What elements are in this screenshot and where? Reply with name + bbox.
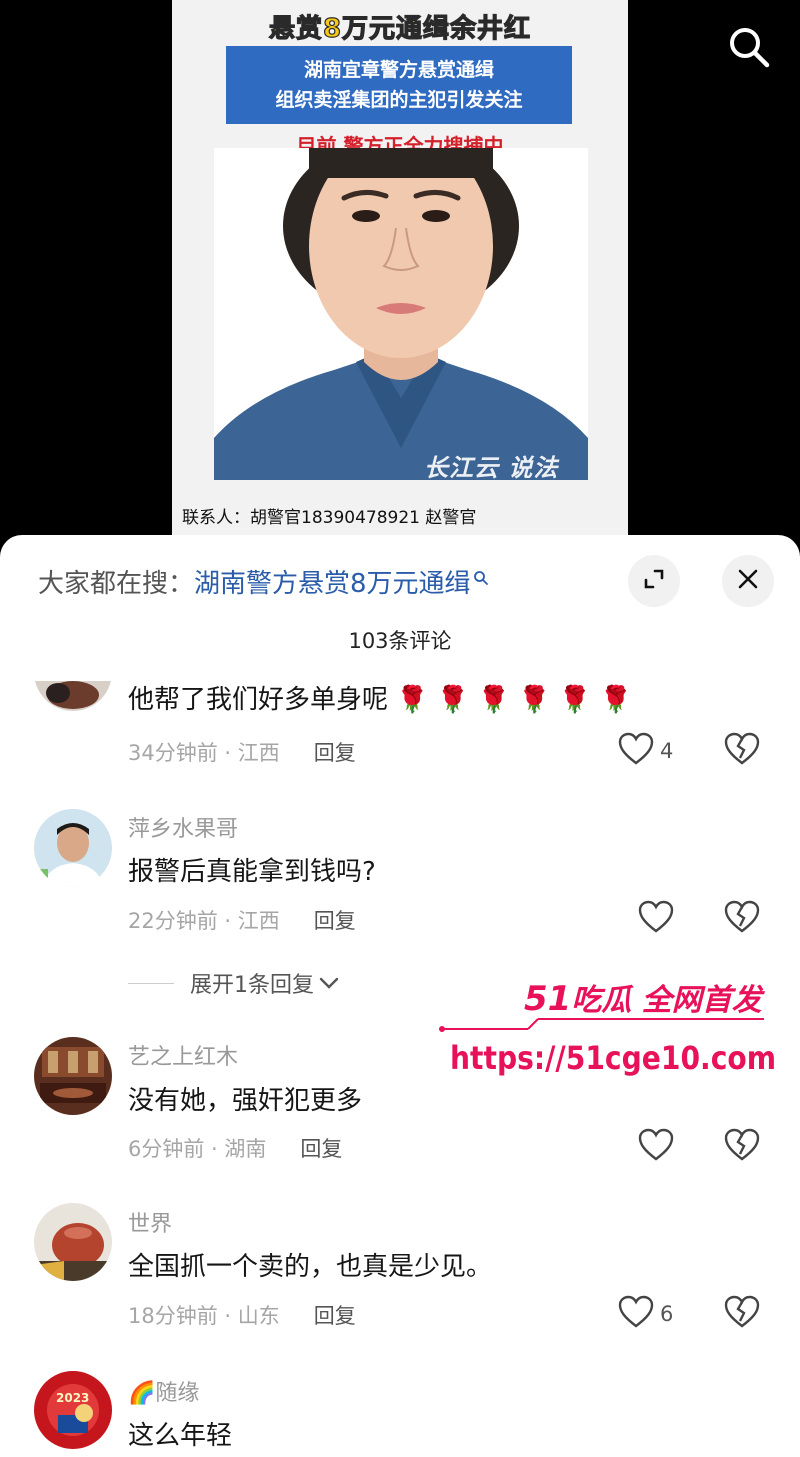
avatar[interactable]: 2023: [34, 1371, 112, 1449]
poster-banner-line2: 组织卖淫集团的主犯引发关注: [275, 89, 523, 111]
comment-text: 全国抓一个卖的，也真是少见。: [128, 1252, 493, 1282]
like-button[interactable]: 6: [618, 1294, 673, 1334]
search-suggestion[interactable]: 大家都在搜：湖南警方悬赏8万元通缉: [38, 563, 489, 600]
mini-search-icon: [473, 563, 489, 593]
broken-heart-icon: [724, 900, 760, 938]
dislike-button[interactable]: [722, 1294, 762, 1334]
divider-line: [128, 982, 174, 984]
expand-replies-button[interactable]: 展开1条回复: [128, 967, 340, 999]
search-button[interactable]: [722, 22, 776, 76]
comment-count: 103条评论: [348, 629, 452, 653]
comment-sheet: 大家都在搜：湖南警方悬赏8万元通缉 103条评论 他帮了我们好多单身呢 🌹 🌹 …: [0, 535, 800, 1457]
comment-time: 34分钟前: [128, 741, 218, 765]
expand-button[interactable]: [628, 555, 680, 607]
reply-button[interactable]: 回复: [314, 741, 356, 765]
comment-meta: 18分钟前 · 山东 回复: [128, 1304, 356, 1328]
poster-banner: 湖南宜章警方悬赏通缉 组织卖淫集团的主犯引发关注: [226, 46, 572, 124]
heart-icon: [638, 1128, 674, 1166]
expand-icon: [641, 566, 667, 596]
poster-contact: 联系人：胡警官18390478921 赵警官: [182, 508, 477, 528]
like-count: 6: [660, 1302, 674, 1326]
wanted-poster: 悬赏8万元通缉余井红 湖南宜章警方悬赏通缉 组织卖淫集团的主犯引发关注 目前 警…: [172, 0, 628, 548]
comment-time: 22分钟前: [128, 909, 218, 933]
suspect-portrait: [214, 148, 588, 480]
comment-time: 6分钟前: [128, 1137, 205, 1161]
comment-username[interactable]: 萍乡水果哥: [128, 811, 238, 843]
comment-meta: 6分钟前 · 湖南 回复: [128, 1137, 343, 1161]
comment-location: 湖南: [224, 1137, 267, 1161]
close-button[interactable]: [722, 555, 774, 607]
search-suggestion-prefix: 大家都在搜：: [38, 569, 195, 599]
heart-icon: [618, 1295, 654, 1333]
avatar-year-text: 2023: [56, 1391, 90, 1405]
comment-text: 没有她，强奸犯更多: [128, 1086, 363, 1116]
watermark-logo: 长江云 说法: [424, 454, 559, 482]
like-count: 4: [660, 739, 674, 763]
dislike-button[interactable]: [722, 899, 762, 939]
broken-heart-icon: [724, 732, 760, 770]
poster-banner-line1: 湖南宜章警方悬赏通缉: [303, 59, 494, 81]
broken-heart-icon: [724, 1295, 760, 1333]
reply-button[interactable]: 回复: [314, 909, 356, 933]
dislike-button[interactable]: [722, 731, 762, 771]
comment-text: 这么年轻: [128, 1421, 233, 1451]
comment-username[interactable]: 世界: [128, 1206, 172, 1238]
comment-location: 江西: [237, 909, 280, 933]
comment-time: 18分钟前: [128, 1304, 218, 1328]
comment-location: 江西: [237, 741, 280, 765]
like-button[interactable]: [638, 1127, 680, 1167]
reply-button[interactable]: 回复: [314, 1304, 356, 1328]
close-icon: [737, 568, 759, 594]
like-button[interactable]: [638, 899, 680, 939]
dislike-button[interactable]: [722, 1127, 762, 1167]
poster-headline: 悬赏8万元通缉余井红: [268, 13, 532, 44]
video-player[interactable]: 悬赏8万元通缉余井红 湖南宜章警方悬赏通缉 组织卖淫集团的主犯引发关注 目前 警…: [0, 0, 800, 560]
comment-text: 报警后真能拿到钱吗?: [128, 857, 376, 887]
avatar[interactable]: [34, 809, 112, 887]
chevron-down-icon: [318, 971, 340, 996]
comment-username[interactable]: 🌈随缘: [128, 1375, 199, 1407]
search-icon: [725, 23, 773, 75]
like-button[interactable]: 4: [618, 731, 673, 771]
comment-meta: 34分钟前 · 江西 回复: [128, 741, 356, 765]
comment-meta: 22分钟前 · 江西 回复: [128, 909, 356, 933]
rose-emoji: 🌹 🌹 🌹 🌹 🌹 🌹: [396, 685, 632, 715]
avatar[interactable]: [34, 1203, 112, 1281]
avatar[interactable]: [34, 1037, 112, 1115]
broken-heart-icon: [724, 1128, 760, 1166]
comment-location: 山东: [237, 1304, 280, 1328]
heart-icon: [618, 732, 654, 770]
reply-button[interactable]: 回复: [300, 1137, 342, 1161]
search-suggestion-query[interactable]: 湖南警方悬赏8万元通缉: [194, 569, 471, 599]
heart-icon: [638, 900, 674, 938]
comment-username[interactable]: 艺之上红木: [128, 1039, 238, 1071]
comment-text: 他帮了我们好多单身呢 🌹 🌹 🌹 🌹 🌹 🌹: [128, 685, 632, 715]
expand-replies-label: 展开1条回复: [190, 973, 314, 998]
